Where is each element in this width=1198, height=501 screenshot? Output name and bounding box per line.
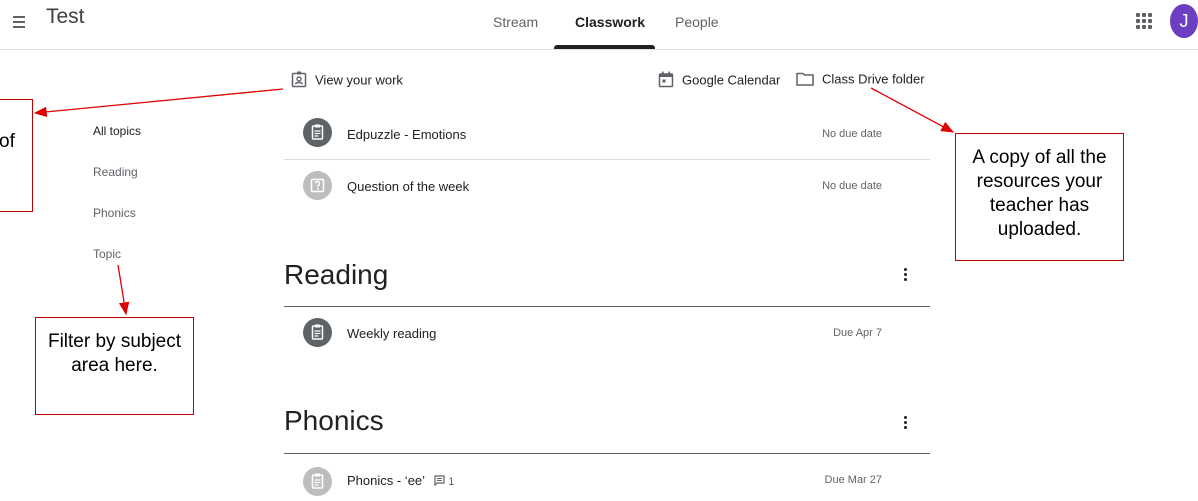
callout-view-work-partial: of [0,99,33,212]
arrow-view-work [33,88,284,118]
arrow-drive-folder [870,87,955,133]
callout-filter-topics: Filter by subject area here. [35,317,194,415]
callout-drive-folder: A copy of all the resources your teacher… [955,133,1124,261]
arrow-topic-filter [117,264,130,316]
